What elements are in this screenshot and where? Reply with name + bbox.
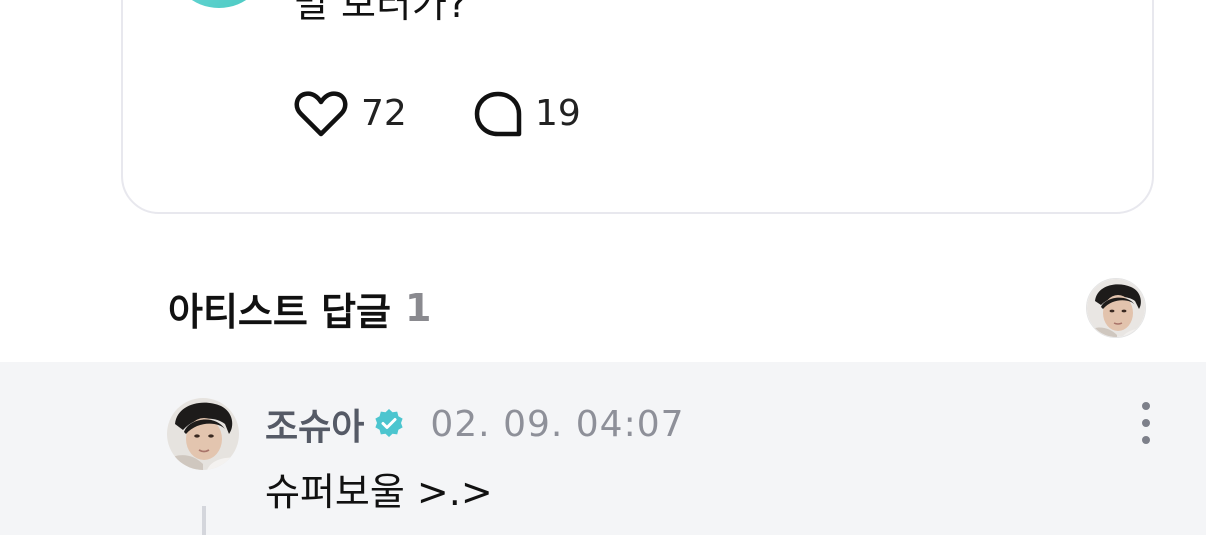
reply-text: 슈퍼보울 >.>	[265, 470, 493, 514]
artist-portrait-icon	[167, 398, 239, 470]
avatar-pattern-icon	[169, 0, 269, 8]
reply-author-name[interactable]: 조슈아	[265, 398, 364, 450]
reply-meta: 조슈아 02. 09. 04:07	[265, 398, 685, 450]
thread-line	[202, 506, 206, 535]
more-options-button[interactable]	[1130, 402, 1162, 444]
artist-reply-header: 아티스트 답글 1	[168, 282, 431, 334]
post-card[interactable]: 멀 보러가? 72 19	[121, 0, 1154, 214]
reply-timestamp: 02. 09. 04:07	[430, 403, 685, 445]
reply-author-avatar[interactable]	[167, 398, 239, 470]
more-vertical-icon	[1142, 402, 1150, 410]
like-count: 72	[361, 93, 407, 134]
post-text: 멀 보러가?	[293, 0, 469, 26]
heart-outline-icon	[294, 91, 348, 137]
artist-reply: 조슈아 02. 09. 04:07 슈퍼보울 >.>	[0, 362, 1206, 535]
artist-avatar-small[interactable]	[1086, 278, 1146, 338]
post-author-avatar[interactable]	[169, 0, 269, 8]
like-button[interactable]: 72	[293, 90, 407, 138]
artist-portrait-icon	[1087, 279, 1145, 337]
speech-bubble-icon	[474, 91, 522, 137]
artist-reply-count: 1	[405, 286, 432, 330]
comment-count: 19	[535, 93, 581, 134]
fan-post-thread: 멀 보러가? 72 19 아티스트 답글 1 조슈아 02. 09. 04:07…	[0, 0, 1206, 535]
artist-reply-title: 아티스트 답글	[168, 289, 391, 334]
verified-badge-icon	[375, 409, 403, 437]
comment-button[interactable]: 19	[473, 90, 581, 138]
